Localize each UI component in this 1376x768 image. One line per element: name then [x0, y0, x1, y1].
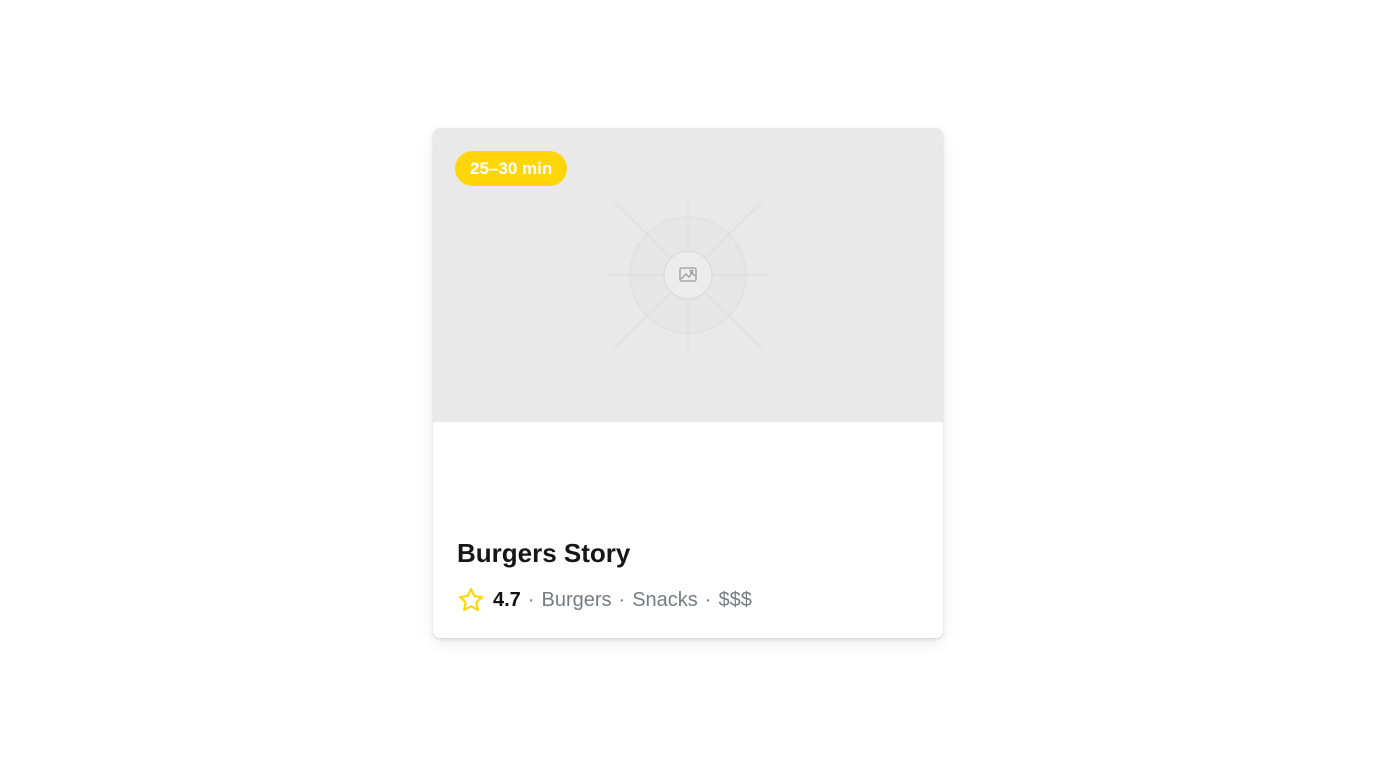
separator: · [704, 588, 712, 611]
price-level: $$$ [718, 588, 752, 611]
star-icon [458, 587, 484, 612]
image-placeholder-icon [608, 196, 768, 354]
category-tag: Burgers [541, 588, 612, 611]
restaurant-name[interactable]: Burgers Story [457, 538, 630, 569]
separator: · [527, 588, 535, 611]
rating-value: 4.7 [493, 588, 521, 611]
separator: · [618, 588, 626, 611]
delivery-time-badge: 25–30 min [455, 151, 568, 186]
card-body: Burgers Story 4.7 · Burgers · Snacks · $… [433, 422, 943, 638]
restaurant-meta: 4.7 · Burgers · Snacks · $$$ [457, 585, 752, 615]
restaurant-card[interactable]: 25–30 min Burgers Story 4.7 · Burgers · … [433, 128, 943, 638]
restaurant-image: 25–30 min [433, 128, 943, 422]
category-tag: Snacks [632, 588, 698, 611]
